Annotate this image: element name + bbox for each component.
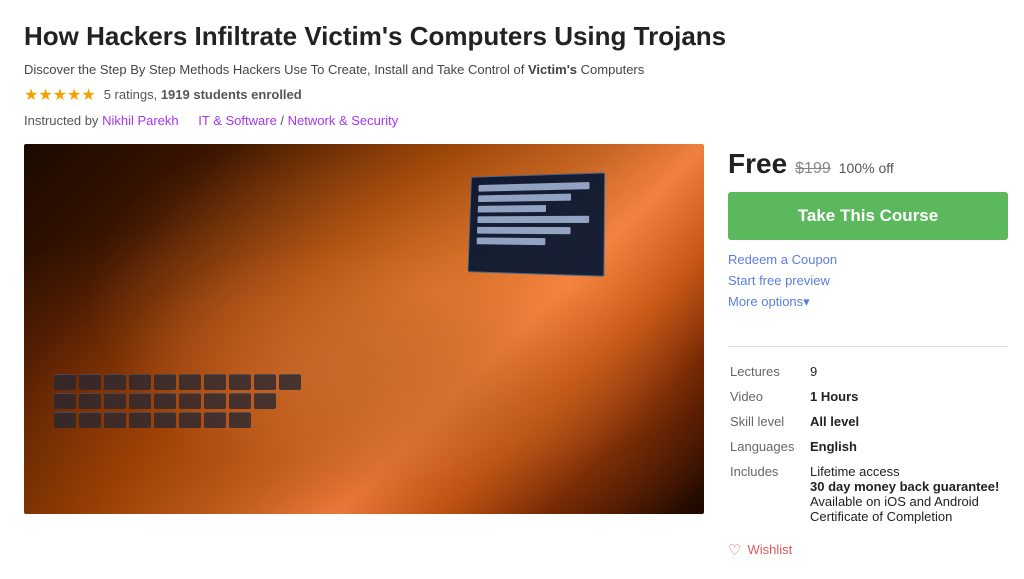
key bbox=[79, 393, 101, 409]
slash-separator: / bbox=[280, 113, 287, 128]
keyboard-sim bbox=[54, 374, 354, 494]
key bbox=[204, 374, 226, 390]
languages-value: English bbox=[808, 434, 1008, 459]
course-title: How Hackers Infiltrate Victim's Computer… bbox=[24, 20, 1000, 54]
instructors-row: Instructed by Nikhil Parekh IT & Softwar… bbox=[24, 113, 1000, 128]
key bbox=[229, 374, 251, 390]
course-subtitle: Discover the Step By Step Methods Hacker… bbox=[24, 62, 1000, 77]
ratings-row: ★★★★★ 5 ratings, 1919 students enrolled bbox=[24, 85, 1000, 105]
includes-row: Includes Lifetime access 30 day money ba… bbox=[728, 459, 1008, 529]
includes-values: Lifetime access 30 day money back guaran… bbox=[808, 459, 1008, 529]
subtitle-suffix: Take Control of bbox=[437, 62, 524, 77]
sidebar: Free $199 100% off Take This Course Rede… bbox=[728, 144, 1008, 559]
key bbox=[229, 412, 251, 428]
price-discount-label: 100% off bbox=[839, 160, 894, 176]
key bbox=[129, 393, 151, 409]
keyboard-row-3 bbox=[54, 412, 354, 428]
wishlist-row[interactable]: ♡ Wishlist bbox=[728, 541, 1008, 559]
main-content: Free $199 100% off Take This Course Rede… bbox=[24, 144, 1000, 559]
key bbox=[254, 393, 276, 409]
instructed-by-label: Instructed by bbox=[24, 113, 98, 128]
key bbox=[129, 412, 151, 428]
students-enrolled: 1919 students enrolled bbox=[161, 87, 302, 102]
price-original-label: $199 bbox=[795, 160, 831, 178]
languages-label: Languages bbox=[728, 434, 808, 459]
heart-icon: ♡ bbox=[728, 541, 741, 559]
key bbox=[154, 393, 176, 409]
info-table: Lectures 9 Video 1 Hours Skill level All… bbox=[728, 359, 1008, 529]
instructor-link[interactable]: Nikhil Parekh bbox=[102, 113, 179, 128]
key bbox=[154, 412, 176, 428]
subtitle-and: and bbox=[412, 62, 434, 77]
link-row: Redeem a Coupon Start free preview More … bbox=[728, 252, 1008, 310]
course-image bbox=[24, 144, 704, 514]
wishlist-label: Wishlist bbox=[747, 542, 792, 557]
key bbox=[104, 393, 126, 409]
key bbox=[54, 374, 76, 390]
skill-row: Skill level All level bbox=[728, 409, 1008, 434]
key bbox=[179, 393, 201, 409]
ratings-count: 5 ratings, bbox=[104, 87, 157, 102]
skill-label: Skill level bbox=[728, 409, 808, 434]
start-preview-link[interactable]: Start free preview bbox=[728, 273, 1008, 288]
keyboard-row-1 bbox=[54, 374, 354, 390]
key bbox=[54, 412, 76, 428]
ratings-text: 5 ratings, 1919 students enrolled bbox=[104, 87, 302, 102]
key bbox=[179, 412, 201, 428]
includes-line-4: Certificate of Completion bbox=[810, 509, 1006, 524]
key bbox=[79, 412, 101, 428]
key bbox=[104, 412, 126, 428]
subtitle-end: Computers bbox=[581, 62, 645, 77]
languages-row: Languages English bbox=[728, 434, 1008, 459]
key bbox=[104, 374, 126, 390]
price-row: Free $199 100% off bbox=[728, 148, 1008, 180]
includes-line-3: Available on iOS and Android bbox=[810, 494, 1006, 509]
key bbox=[129, 374, 151, 390]
includes-label: Includes bbox=[728, 459, 808, 529]
key bbox=[204, 412, 226, 428]
key bbox=[154, 374, 176, 390]
take-course-button[interactable]: Take This Course bbox=[728, 192, 1008, 240]
lectures-label: Lectures bbox=[728, 359, 808, 384]
star-icons: ★★★★★ bbox=[24, 85, 96, 105]
lectures-row: Lectures 9 bbox=[728, 359, 1008, 384]
key bbox=[229, 393, 251, 409]
more-options-arrow: ▾ bbox=[803, 294, 810, 309]
video-row: Video 1 Hours bbox=[728, 384, 1008, 409]
more-options-text: More options bbox=[728, 294, 803, 309]
includes-line-2: 30 day money back guarantee! bbox=[810, 479, 1006, 494]
redeem-coupon-link[interactable]: Redeem a Coupon bbox=[728, 252, 1008, 267]
subcategory-link[interactable]: Network & Security bbox=[288, 113, 399, 128]
page-wrapper: How Hackers Infiltrate Victim's Computer… bbox=[0, 0, 1024, 579]
key bbox=[179, 374, 201, 390]
subtitle-bold: Victim's bbox=[528, 62, 577, 77]
video-label: Video bbox=[728, 384, 808, 409]
skill-value: All level bbox=[808, 409, 1008, 434]
keyboard-row-2 bbox=[54, 393, 354, 409]
subtitle-prefix: Discover the Step By Step Methods Hacker… bbox=[24, 62, 408, 77]
key bbox=[279, 374, 301, 390]
key bbox=[254, 374, 276, 390]
video-value: 1 Hours bbox=[808, 384, 1008, 409]
sidebar-divider bbox=[728, 346, 1008, 347]
price-free-label: Free bbox=[728, 148, 787, 180]
key bbox=[79, 374, 101, 390]
key bbox=[54, 393, 76, 409]
category-link[interactable]: IT & Software bbox=[198, 113, 277, 128]
lectures-value: 9 bbox=[808, 359, 1008, 384]
key bbox=[204, 393, 226, 409]
includes-line-1: Lifetime access bbox=[810, 464, 1006, 479]
more-options-link[interactable]: More options▾ bbox=[728, 294, 1008, 310]
price-section: Free $199 100% off Take This Course Rede… bbox=[728, 144, 1008, 338]
